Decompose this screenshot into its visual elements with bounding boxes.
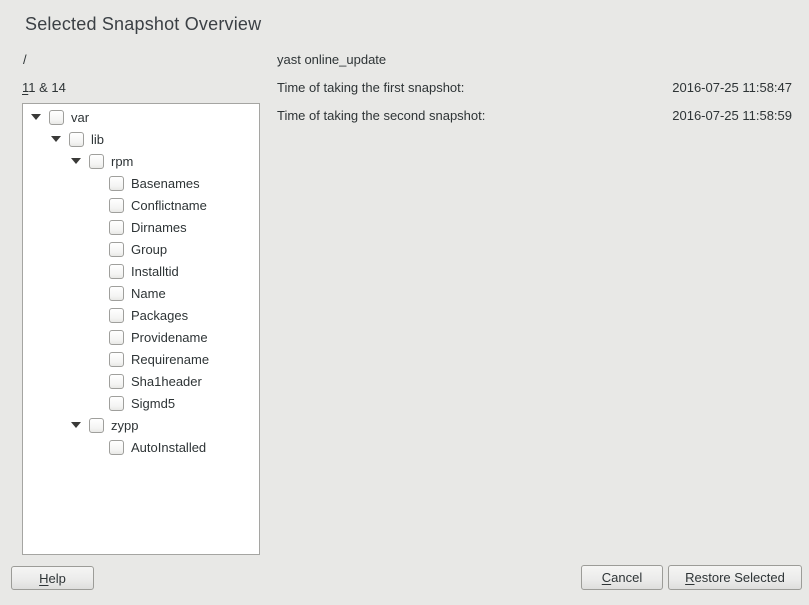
second-snapshot-time-label: Time of taking the second snapshot:: [277, 108, 485, 123]
checkbox[interactable]: [109, 308, 124, 323]
tree-row[interactable]: Name: [23, 282, 259, 304]
tree-item-label: AutoInstalled: [131, 440, 206, 455]
restore-selected-button-rest: estore Selected: [695, 570, 785, 585]
cancel-button[interactable]: Cancel: [581, 565, 663, 590]
tree-item-label: Requirename: [131, 352, 209, 367]
checkbox[interactable]: [109, 176, 124, 191]
tree-row[interactable]: AutoInstalled: [23, 436, 259, 458]
tree-row[interactable]: Dirnames: [23, 216, 259, 238]
tree-item-label: Installtid: [131, 264, 179, 279]
checkbox[interactable]: [109, 286, 124, 301]
snapshot-path-label: /: [23, 52, 27, 67]
checkbox[interactable]: [109, 374, 124, 389]
page-title: Selected Snapshot Overview: [25, 14, 261, 35]
tree-row[interactable]: Conflictname: [23, 194, 259, 216]
expander-down-icon[interactable]: [71, 158, 81, 164]
checkbox[interactable]: [109, 220, 124, 235]
tree-item-label: var: [71, 110, 89, 125]
tree-row[interactable]: Requirename: [23, 348, 259, 370]
checkbox[interactable]: [109, 440, 124, 455]
tree-item-label: Group: [131, 242, 167, 257]
checkbox[interactable]: [109, 242, 124, 257]
tree-row[interactable]: Sha1header: [23, 370, 259, 392]
tree-row[interactable]: Providename: [23, 326, 259, 348]
tree-row[interactable]: zypp: [23, 414, 259, 436]
checkbox[interactable]: [49, 110, 64, 125]
second-snapshot-time-row: Time of taking the second snapshot: 2016…: [277, 108, 792, 123]
tree-item-label: Sigmd5: [131, 396, 175, 411]
tree-item-label: Dirnames: [131, 220, 187, 235]
restore-selected-button[interactable]: Restore Selected: [668, 565, 802, 590]
tree-row[interactable]: rpm: [23, 150, 259, 172]
expander-down-icon[interactable]: [71, 422, 81, 428]
tree-item-label: zypp: [111, 418, 138, 433]
restore-selected-button-mnemonic: R: [685, 570, 694, 585]
tree-row[interactable]: Group: [23, 238, 259, 260]
tree-row[interactable]: Basenames: [23, 172, 259, 194]
checkbox[interactable]: [89, 154, 104, 169]
snapshot-pair-label: 11 & 14: [22, 80, 66, 95]
tree-item-label: Sha1header: [131, 374, 202, 389]
first-snapshot-time-value: 2016-07-25 11:58:47: [672, 80, 792, 95]
checkbox[interactable]: [109, 198, 124, 213]
cancel-button-rest: ancel: [611, 570, 642, 585]
tree-item-label: rpm: [111, 154, 133, 169]
tree-item-label: lib: [91, 132, 104, 147]
snapshot-description: yast online_update: [277, 52, 386, 67]
snapshot-overview-dialog: Selected Snapshot Overview / 11 & 14 var…: [0, 0, 809, 605]
tree-row[interactable]: var: [23, 106, 259, 128]
checkbox[interactable]: [89, 418, 104, 433]
tree-item-label: Name: [131, 286, 166, 301]
tree-row[interactable]: Installtid: [23, 260, 259, 282]
checkbox[interactable]: [109, 352, 124, 367]
checkbox[interactable]: [109, 396, 124, 411]
tree-row[interactable]: Sigmd5: [23, 392, 259, 414]
help-button-mnemonic: H: [39, 571, 48, 586]
checkbox[interactable]: [109, 264, 124, 279]
checkbox[interactable]: [69, 132, 84, 147]
expander-down-icon[interactable]: [51, 136, 61, 142]
tree-row[interactable]: lib: [23, 128, 259, 150]
tree-item-label: Conflictname: [131, 198, 207, 213]
cancel-button-mnemonic: C: [602, 570, 611, 585]
help-button[interactable]: Help: [11, 566, 94, 590]
tree-item-label: Packages: [131, 308, 188, 323]
snapshot-pair-rest: 1 & 14: [28, 80, 66, 95]
help-button-rest: elp: [49, 571, 66, 586]
expander-down-icon[interactable]: [31, 114, 41, 120]
second-snapshot-time-value: 2016-07-25 11:58:59: [672, 108, 792, 123]
snapshot-file-tree: var lib rpm Basenames Conflictname Dirna…: [22, 103, 260, 555]
first-snapshot-time-row: Time of taking the first snapshot: 2016-…: [277, 80, 792, 95]
tree-row[interactable]: Packages: [23, 304, 259, 326]
tree-item-label: Providename: [131, 330, 208, 345]
tree-item-label: Basenames: [131, 176, 200, 191]
checkbox[interactable]: [109, 330, 124, 345]
first-snapshot-time-label: Time of taking the first snapshot:: [277, 80, 464, 95]
